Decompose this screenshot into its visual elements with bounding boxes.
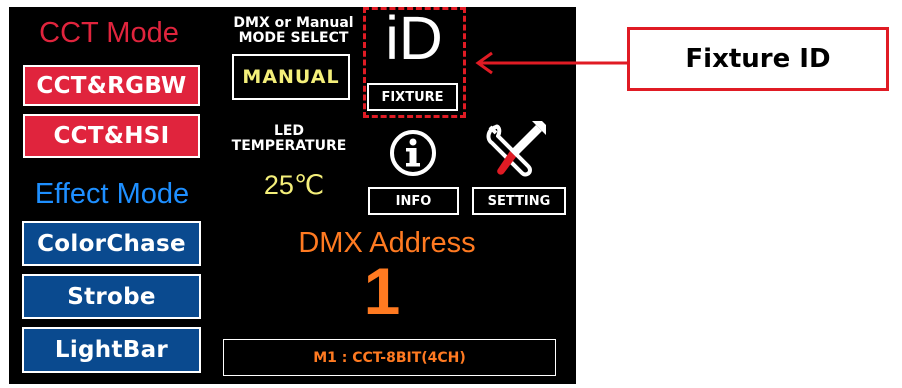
colorchase-button[interactable]: ColorChase <box>22 221 201 266</box>
fixture-id-callout: Fixture ID <box>627 27 889 91</box>
arrow-left-icon <box>475 51 628 75</box>
mode-status-bar: M1 : CCT-8BIT(4CH) <box>223 339 556 376</box>
mode-select-line1: DMX or Manual <box>233 15 354 31</box>
cct-mode-title: CCT Mode <box>39 17 179 49</box>
dmx-address-value: 1 <box>363 254 401 328</box>
mode-select-line2: MODE SELECT <box>238 30 349 46</box>
strobe-button[interactable]: Strobe <box>22 274 201 319</box>
setting-button[interactable]: SETTING <box>472 187 566 215</box>
cct-hsi-button[interactable]: CCT&HSI <box>23 114 200 158</box>
effect-mode-title: Effect Mode <box>34 178 190 210</box>
mode-select-label: DMX or Manual MODE SELECT <box>221 16 366 46</box>
setting-tools-icon[interactable] <box>482 119 548 183</box>
mode-select-manual-button[interactable]: MANUAL <box>232 54 350 100</box>
fixture-highlight-box <box>363 7 466 118</box>
led-temperature-line1: LED <box>273 123 305 139</box>
lightbar-button[interactable]: LightBar <box>22 327 201 373</box>
led-temperature-value: 25℃ <box>263 170 325 200</box>
led-temperature-line2: TEMPERATURE <box>231 138 347 154</box>
info-icon[interactable] <box>389 129 437 177</box>
led-temperature-label: LED TEMPERATURE <box>221 124 357 154</box>
info-button[interactable]: INFO <box>368 187 459 215</box>
cct-rgbw-button[interactable]: CCT&RGBW <box>23 65 200 106</box>
